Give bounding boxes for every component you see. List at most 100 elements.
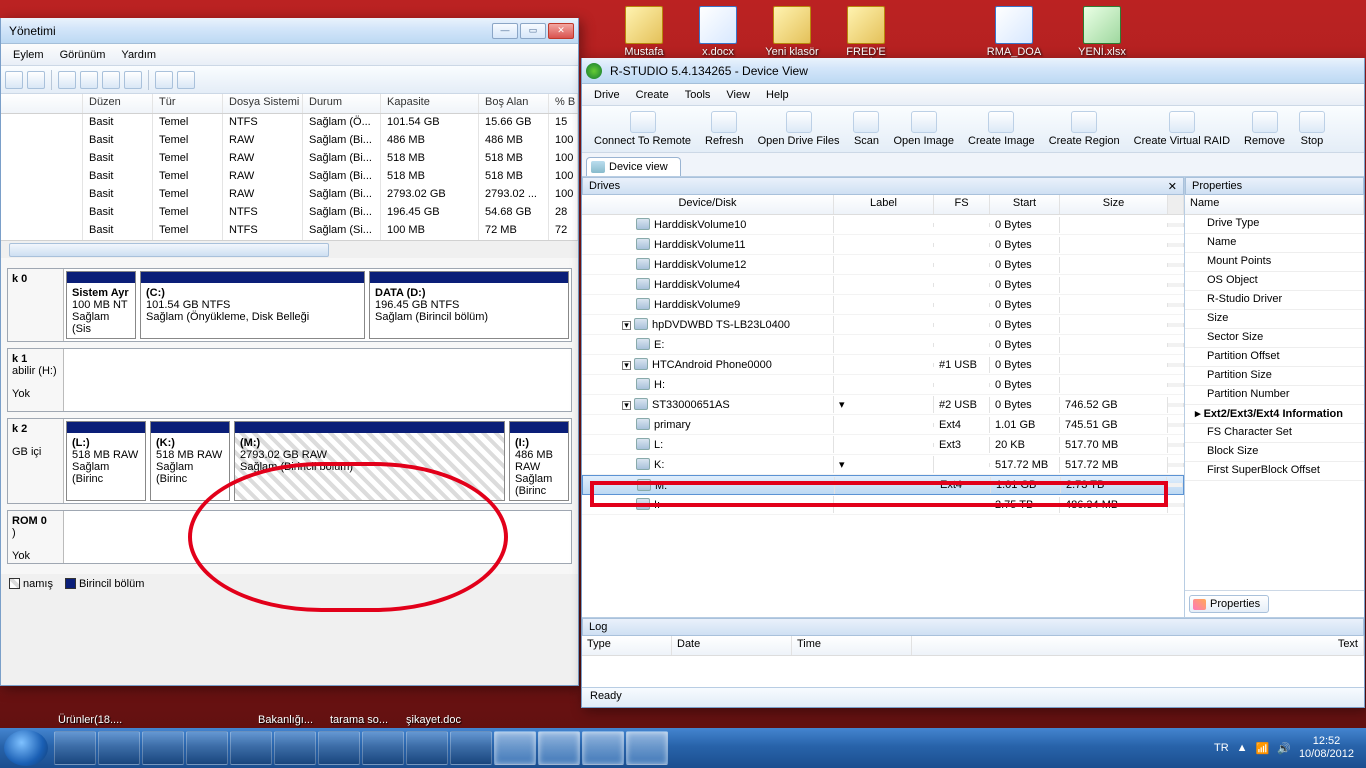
toolbar-icon[interactable] <box>124 71 142 89</box>
toolbar-create-image[interactable]: Create Image <box>961 109 1042 149</box>
toolbar-create-virtual-raid[interactable]: Create Virtual RAID <box>1127 109 1237 149</box>
toolbar-icon[interactable] <box>80 71 98 89</box>
minimize-button[interactable]: — <box>492 23 518 39</box>
drive-row[interactable]: M:Ext41.01 GB2.73 TB <box>582 475 1184 495</box>
taskbar-itunes[interactable] <box>406 731 448 765</box>
toolbar-icon[interactable] <box>5 71 23 89</box>
property-row[interactable]: Sector Size <box>1185 329 1364 348</box>
property-row[interactable]: ▸ Ext2/Ext3/Ext4 Information <box>1185 405 1364 424</box>
maximize-button[interactable]: ▭ <box>520 23 546 39</box>
clock-time[interactable]: 12:52 <box>1299 735 1354 748</box>
drive-row[interactable]: I:2.75 TB486.34 MB <box>582 495 1184 515</box>
taskbar-outlook[interactable] <box>186 731 228 765</box>
taskbar-explorer[interactable] <box>98 731 140 765</box>
taskbar[interactable]: TR ▲ 📶 🔊 12:52 10/08/2012 <box>0 728 1366 768</box>
desktop-icon[interactable]: x.docx <box>688 6 748 58</box>
taskbar-ie[interactable] <box>54 731 96 765</box>
toolbar-icon[interactable] <box>177 71 195 89</box>
property-row[interactable]: R-Studio Driver <box>1185 291 1364 310</box>
volume-row[interactable]: BasitTemelNTFSSağlam (Si...100 MB72 MB72 <box>1 222 578 240</box>
toolbar-refresh[interactable]: Refresh <box>698 109 751 149</box>
taskbar-paint[interactable] <box>538 731 580 765</box>
menu-create[interactable]: Create <box>628 87 677 103</box>
drive-row[interactable]: ▾HTCAndroid Phone0000#1 USB0 Bytes <box>582 355 1184 375</box>
titlebar[interactable]: Yönetimi — ▭ ✕ <box>1 18 578 44</box>
toolbar-remove[interactable]: Remove <box>1237 109 1292 149</box>
toolbar-connect-to-remote[interactable]: Connect To Remote <box>587 109 698 149</box>
volume-row[interactable]: BasitTemelRAWSağlam (Bi...2793.02 GB2793… <box>1 186 578 204</box>
property-row[interactable]: Partition Size <box>1185 367 1364 386</box>
property-row[interactable]: FS Character Set <box>1185 424 1364 443</box>
disk-block-0[interactable]: k 0 Sistem Ayr100 MB NTSağlam (Sis (C:)1… <box>7 268 572 342</box>
property-row[interactable]: Block Size <box>1185 443 1364 462</box>
disk-block-rom[interactable]: ROM 0)Yok <box>7 510 572 564</box>
clock-date[interactable]: 10/08/2012 <box>1299 748 1354 761</box>
taskbar-app[interactable] <box>362 731 404 765</box>
drives-list[interactable]: HarddiskVolume100 BytesHarddiskVolume110… <box>582 215 1184 617</box>
tray-network-icon[interactable]: 📶 <box>1256 742 1270 755</box>
toolbar-stop[interactable]: Stop <box>1292 109 1332 149</box>
drive-row[interactable]: HarddiskVolume90 Bytes <box>582 295 1184 315</box>
desktop-icon[interactable]: Yeni klasör <box>762 6 822 58</box>
tab-device-view[interactable]: Device view <box>586 157 681 176</box>
drive-row[interactable]: HarddiskVolume110 Bytes <box>582 235 1184 255</box>
volume-row[interactable]: BasitTemelNTFSSağlam (Ö...101.54 GB15.66… <box>1 114 578 132</box>
toolbar-open-drive-files[interactable]: Open Drive Files <box>751 109 847 149</box>
taskbar-chrome[interactable] <box>318 731 360 765</box>
taskbar-app[interactable] <box>230 731 272 765</box>
menu-view[interactable]: View <box>718 87 758 103</box>
language-indicator[interactable]: TR <box>1214 742 1229 754</box>
drive-row[interactable]: K:▾517.72 MB517.72 MB <box>582 455 1184 475</box>
property-row[interactable]: Partition Number <box>1185 386 1364 405</box>
disk-block-1[interactable]: k 1abilir (H:)Yok <box>7 348 572 412</box>
drive-row[interactable]: HarddiskVolume40 Bytes <box>582 275 1184 295</box>
property-row[interactable]: Mount Points <box>1185 253 1364 272</box>
taskbar-app[interactable] <box>450 731 492 765</box>
drive-row[interactable]: ▾ST33000651AS▾#2 USB0 Bytes746.52 GB <box>582 395 1184 415</box>
menu-eylem[interactable]: Eylem <box>5 47 52 63</box>
close-icon[interactable]: ✕ <box>1168 180 1177 193</box>
property-row[interactable]: Name <box>1185 234 1364 253</box>
property-row[interactable]: Drive Type <box>1185 215 1364 234</box>
taskbar-app[interactable] <box>626 731 668 765</box>
toolbar-scan[interactable]: Scan <box>846 109 886 149</box>
volume-row[interactable]: BasitTemelRAWSağlam (Bi...518 MB518 MB10… <box>1 168 578 186</box>
start-button[interactable] <box>4 730 48 766</box>
drive-row[interactable]: H:0 Bytes <box>582 375 1184 395</box>
properties-list[interactable]: Drive TypeNameMount PointsOS ObjectR-Stu… <box>1185 215 1364 590</box>
menu-tools[interactable]: Tools <box>677 87 719 103</box>
property-row[interactable]: Size <box>1185 310 1364 329</box>
taskbar-rstudio[interactable] <box>582 731 624 765</box>
drive-row[interactable]: HarddiskVolume120 Bytes <box>582 255 1184 275</box>
property-row[interactable]: Partition Offset <box>1185 348 1364 367</box>
system-tray[interactable]: TR ▲ 📶 🔊 12:52 10/08/2012 <box>1214 735 1362 761</box>
menu-yardim[interactable]: Yardım <box>113 47 164 63</box>
menu-drive[interactable]: Drive <box>586 87 628 103</box>
tray-volume-icon[interactable]: 🔊 <box>1277 742 1291 755</box>
toolbar-icon[interactable] <box>155 71 173 89</box>
tray-flag-icon[interactable]: ▲ <box>1237 742 1248 754</box>
drive-row[interactable]: primaryExt41.01 GB745.51 GB <box>582 415 1184 435</box>
volume-row[interactable]: BasitTemelRAWSağlam (Bi...486 MB486 MB10… <box>1 132 578 150</box>
drive-row[interactable]: L:Ext320 KB517.70 MB <box>582 435 1184 455</box>
drive-row[interactable]: HarddiskVolume100 Bytes <box>582 215 1184 235</box>
desktop-icon[interactable]: Mustafa <box>614 6 674 58</box>
volume-row[interactable]: BasitTemelRAWSağlam (Bi...518 MB518 MB10… <box>1 150 578 168</box>
toolbar-create-region[interactable]: Create Region <box>1042 109 1127 149</box>
toolbar-icon[interactable] <box>27 71 45 89</box>
desktop-icon[interactable]: YENİ.xlsx <box>1072 6 1132 58</box>
menu-gorunum[interactable]: Görünüm <box>52 47 114 63</box>
toolbar-icon[interactable] <box>58 71 76 89</box>
horizontal-scrollbar[interactable] <box>1 240 578 258</box>
disk-block-2[interactable]: k 2GB içi (L:)518 MB RAWSağlam (Birinc (… <box>7 418 572 504</box>
taskbar-firefox[interactable] <box>274 731 316 765</box>
properties-button[interactable]: Properties <box>1189 595 1269 613</box>
volume-list[interactable]: BasitTemelNTFSSağlam (Ö...101.54 GB15.66… <box>1 114 578 240</box>
toolbar-icon[interactable] <box>102 71 120 89</box>
menu-help[interactable]: Help <box>758 87 797 103</box>
drive-row[interactable]: ▾hpDVDWBD TS-LB23L04000 Bytes <box>582 315 1184 335</box>
drive-row[interactable]: E:0 Bytes <box>582 335 1184 355</box>
property-row[interactable]: OS Object <box>1185 272 1364 291</box>
titlebar[interactable]: R-STUDIO 5.4.134265 - Device View <box>582 58 1364 84</box>
property-row[interactable]: First SuperBlock Offset <box>1185 462 1364 481</box>
